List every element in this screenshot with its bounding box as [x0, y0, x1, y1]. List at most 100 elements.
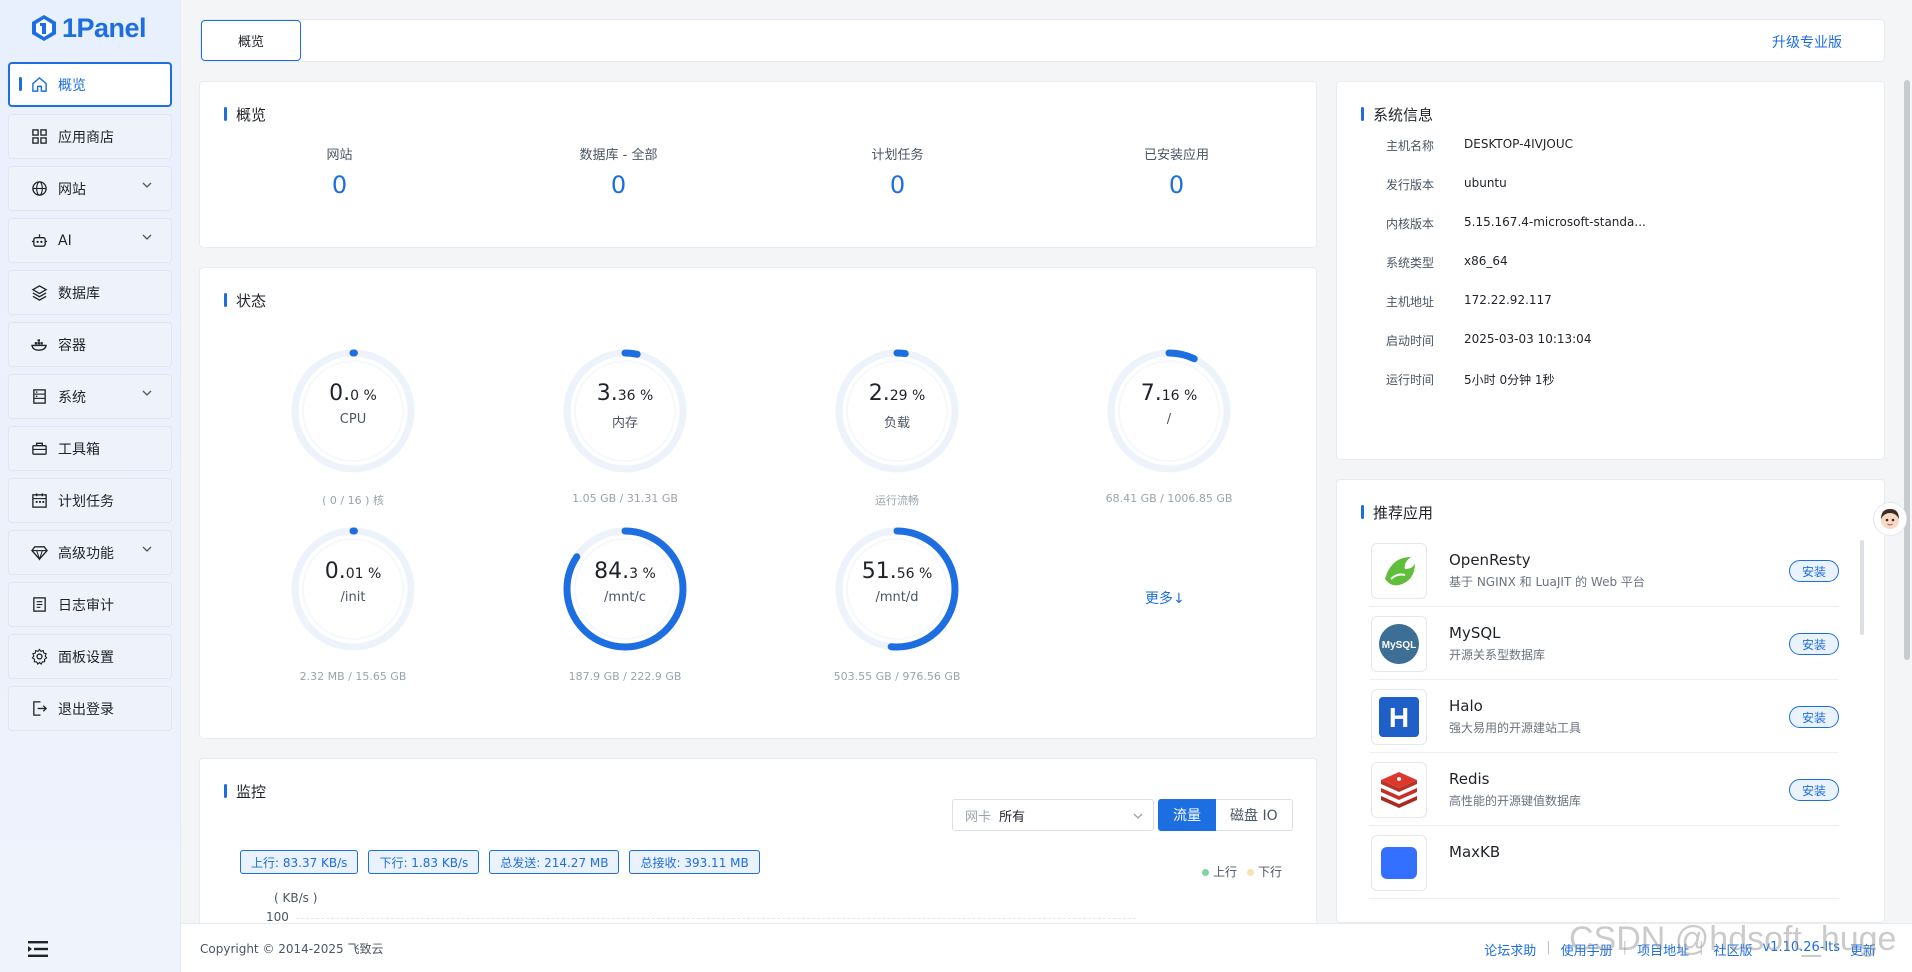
sidebar-item-3[interactable]: AI — [8, 218, 172, 263]
info-value: 2025-03-03 10:13:04 — [1464, 332, 1592, 346]
stat-value: 0 — [331, 171, 348, 199]
logo[interactable]: 1Panel — [0, 0, 180, 56]
gauge-value-dec: 36 % — [617, 388, 654, 404]
avatar-icon — [1881, 509, 1899, 529]
sidebar-item-label: 计划任务 — [58, 493, 114, 510]
grid-icon — [30, 128, 48, 146]
gauge-subtext: ( 0 / 16 ) 核 — [322, 494, 384, 507]
gauge-value-dec: 01 % — [345, 566, 382, 582]
sidebar-item-7[interactable]: 工具箱 — [8, 426, 172, 471]
gauge-1[interactable]: 3.36 % 内存 — [560, 346, 690, 476]
sidebar-item-6[interactable]: 系统 — [8, 374, 172, 419]
stat-label: 数据库 - 全部 — [579, 148, 658, 163]
gauge-name: /mnt/c — [604, 590, 646, 605]
forum-link[interactable]: 论坛求助 — [1484, 940, 1536, 959]
recommend-scrollbar[interactable] — [1860, 540, 1864, 635]
menu-collapse-icon[interactable] — [28, 940, 48, 958]
install-button[interactable]: 安装 — [1789, 779, 1839, 801]
stat-cronjobs[interactable]: 计划任务 0 — [758, 144, 1037, 199]
logo-text: 1Panel — [62, 12, 147, 43]
sidebar-item-9[interactable]: 高级功能 — [8, 530, 172, 575]
tab-overview[interactable]: 概览 — [201, 20, 301, 61]
top-tab-bar: 概览 升级专业版 — [200, 19, 1885, 62]
info-row: 主机地址 172.22.92.117 — [1386, 293, 1552, 310]
install-button[interactable]: 安装 — [1789, 560, 1839, 582]
toolbox-icon — [30, 440, 48, 458]
sidebar-item-10[interactable]: 日志审计 — [8, 582, 172, 627]
stat-installed-apps[interactable]: 已安装应用 0 — [1037, 144, 1316, 199]
gauge-name: 负载 — [883, 416, 910, 431]
app-row-redis[interactable]: Redis 高性能的开源键值数据库 安装 — [1369, 754, 1839, 826]
gauge-value-dec: 29 % — [889, 388, 926, 404]
gauge-subtext: 503.55 GB / 976.56 GB — [833, 670, 961, 683]
sidebar-item-label: 应用商店 — [58, 129, 114, 146]
gauge-5[interactable]: 84.3 % /mnt/c — [560, 524, 690, 654]
info-key: 运行时间 — [1386, 373, 1435, 387]
gauge-4[interactable]: 0.01 % /init — [288, 524, 418, 654]
assistant-avatar[interactable] — [1873, 502, 1907, 536]
app-description: 强大易用的开源建站工具 — [1449, 721, 1582, 735]
gauge-name: CPU — [339, 412, 367, 427]
more-link[interactable]: 更多↓ — [1145, 588, 1185, 608]
gauge-value-dec: 3 % — [629, 566, 656, 582]
sidebar-item-0[interactable]: 概览 — [8, 62, 172, 107]
maxkb-icon — [1371, 835, 1427, 891]
app-description: 开源关系型数据库 — [1449, 648, 1546, 662]
sidebar-item-label: AI — [58, 232, 72, 249]
stat-value: 0 — [1168, 171, 1185, 199]
info-key: 系统类型 — [1386, 256, 1435, 270]
info-row: 内核版本 5.15.167.4-microsoft-standa... — [1386, 215, 1646, 232]
gauge-value-int: 51. — [861, 559, 897, 584]
disk-io-button[interactable]: 磁盘 IO — [1216, 799, 1293, 831]
gauge-center: 7.16 % / — [1104, 381, 1234, 427]
gauge-name: 内存 — [611, 416, 638, 431]
gauge-0[interactable]: 0.0 % CPU — [288, 346, 418, 476]
gauge-subtext: 187.9 GB / 222.9 GB — [568, 670, 682, 683]
page-scrollbar[interactable] — [1904, 80, 1910, 660]
gauge-value-int: 3. — [596, 381, 618, 406]
gauge-subtext: 1.05 GB / 31.31 GB — [572, 492, 678, 505]
logo-icon — [32, 15, 56, 41]
install-button[interactable]: 安装 — [1789, 706, 1839, 728]
sidebar-item-label: 高级功能 — [58, 545, 114, 562]
gauge-subtext: 68.41 GB / 1006.85 GB — [1105, 492, 1233, 505]
legend-download[interactable]: 下行 — [1246, 863, 1282, 880]
stat-websites[interactable]: 网站 0 — [200, 144, 479, 199]
app-name: OpenResty — [1449, 551, 1531, 569]
sidebar-item-11[interactable]: 面板设置 — [8, 634, 172, 679]
sidebar-item-8[interactable]: 计划任务 — [8, 478, 172, 523]
info-key: 主机地址 — [1386, 295, 1435, 309]
app-row-maxkb[interactable]: MaxKB — [1369, 827, 1839, 899]
info-key: 发行版本 — [1386, 178, 1435, 192]
sidebar-item-5[interactable]: 容器 — [8, 322, 172, 367]
status-title: 状态 — [224, 290, 266, 311]
gauge-center: 0.0 % CPU — [288, 381, 418, 427]
sidebar-item-4[interactable]: 数据库 — [8, 270, 172, 315]
gauge-value-dec: 0 % — [350, 388, 377, 404]
app-row-halo[interactable]: H Halo 强大易用的开源建站工具 安装 — [1369, 681, 1839, 753]
app-row-openresty[interactable]: OpenResty 基于 NGINX 和 LuaJIT 的 Web 平台 安装 — [1369, 535, 1839, 607]
stat-databases[interactable]: 数据库 - 全部 0 — [479, 144, 758, 199]
info-value: 5.15.167.4-microsoft-standa... — [1464, 215, 1646, 229]
nic-select-value: 所有 — [999, 809, 1026, 825]
nic-select[interactable]: 网卡 所有 — [952, 799, 1154, 831]
gauge-3[interactable]: 7.16 % / — [1104, 346, 1234, 476]
system-info-card: 系统信息 主机名称 DESKTOP-4IVJOUC 发行版本 ubuntu 内核版本 5.… — [1336, 81, 1885, 460]
app-row-mysql[interactable]: MySQL MySQL 开源关系型数据库 安装 — [1369, 608, 1839, 680]
halo-icon: H — [1371, 689, 1427, 745]
gauge-6[interactable]: 51.56 % /mnt/d — [832, 524, 962, 654]
sidebar-item-label: 数据库 — [58, 285, 100, 302]
app-name: MySQL — [1449, 624, 1501, 642]
layers-icon — [30, 284, 48, 302]
svg-text:MySQL: MySQL — [1382, 640, 1416, 651]
gauge-2[interactable]: 2.29 % 负载 — [832, 346, 962, 476]
upgrade-pro-link[interactable]: 升级专业版 — [1772, 32, 1842, 52]
install-button[interactable]: 安装 — [1789, 633, 1839, 655]
sidebar-item-12[interactable]: 退出登录 — [8, 686, 172, 731]
sidebar-item-1[interactable]: 应用商店 — [8, 114, 172, 159]
sidebar-item-2[interactable]: 网站 — [8, 166, 172, 211]
legend-upload[interactable]: 上行 — [1201, 863, 1237, 880]
gauge-value-int: 7. — [1140, 381, 1162, 406]
divider: | — [1546, 940, 1551, 955]
traffic-button[interactable]: 流量 — [1158, 799, 1216, 831]
